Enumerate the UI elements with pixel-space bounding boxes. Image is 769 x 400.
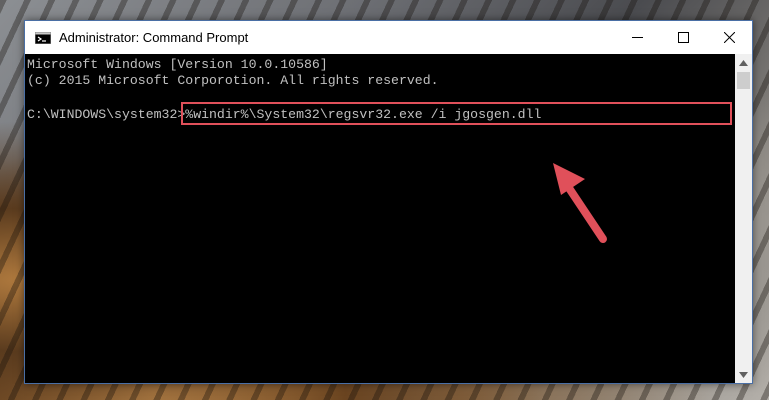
cmd-icon [35, 32, 51, 44]
scroll-down-arrow-icon [739, 371, 748, 378]
scroll-up-button[interactable] [735, 54, 752, 71]
scroll-up-arrow-icon [739, 59, 748, 66]
console-prompt: C:\WINDOWS\system32> [27, 107, 186, 122]
close-icon [723, 32, 735, 43]
command-highlight-box [181, 102, 732, 125]
vertical-scrollbar[interactable] [735, 54, 752, 383]
close-button[interactable] [706, 21, 752, 54]
maximize-button[interactable] [660, 21, 706, 54]
maximize-icon [677, 32, 689, 43]
console-line-copyright: (c) 2015 Microsoft Corporotion. All righ… [27, 73, 439, 88]
command-prompt-window: Administrator: Command Prompt Microsoft … [24, 20, 753, 384]
scroll-down-button[interactable] [735, 366, 752, 383]
console-output[interactable]: Microsoft Windows [Version 10.0.10586] (… [25, 54, 735, 383]
minimize-icon [631, 37, 643, 38]
window-title: Administrator: Command Prompt [59, 30, 249, 45]
minimize-button[interactable] [614, 21, 660, 54]
scroll-thumb[interactable] [737, 72, 750, 89]
pointer-arrow-icon [553, 163, 607, 243]
title-bar[interactable]: Administrator: Command Prompt [25, 21, 752, 54]
